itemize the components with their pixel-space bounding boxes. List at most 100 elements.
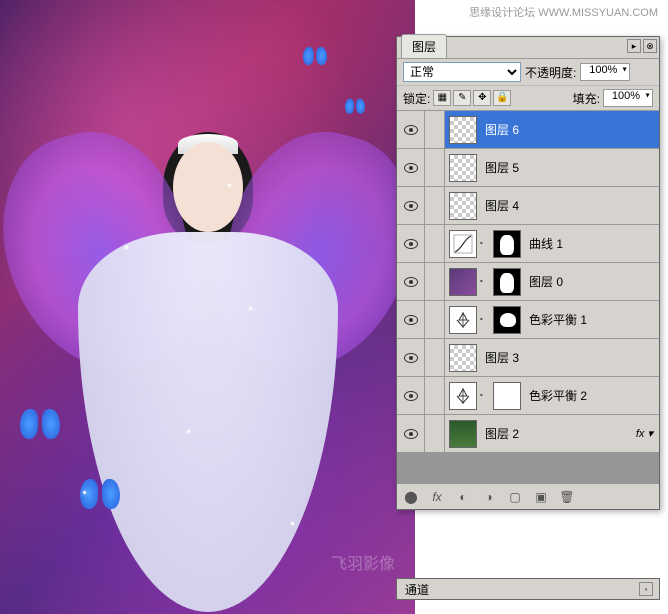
layer-row[interactable]: 图层 2fx ▾ — [397, 415, 659, 453]
eye-icon — [404, 201, 418, 211]
layer-mask-thumbnail[interactable] — [493, 382, 521, 410]
new-group-icon[interactable]: ▢ — [505, 488, 525, 506]
layer-name-label[interactable]: 色彩平衡 1 — [525, 311, 659, 328]
link-cell[interactable] — [425, 225, 445, 262]
blend-opacity-row: 正常 不透明度: 100% — [397, 59, 659, 86]
layer-thumbnail[interactable] — [449, 116, 477, 144]
layer-thumbnails: ⬝ — [445, 230, 525, 258]
eye-icon — [404, 429, 418, 439]
layer-name-label[interactable]: 色彩平衡 2 — [525, 387, 659, 404]
layer-name-label[interactable]: 曲线 1 — [525, 235, 659, 252]
balance-adjustment-icon[interactable] — [449, 306, 477, 334]
panel-bottom-toolbar: ⬤ fx ◐ ◑ ▢ ▣ 🗑 — [397, 483, 659, 509]
layer-thumbnails — [445, 420, 481, 448]
add-adjustment-icon[interactable]: ◑ — [479, 488, 499, 506]
link-cell[interactable] — [425, 187, 445, 224]
panel-menu-icon[interactable]: ▸ — [627, 39, 641, 53]
layer-name-label[interactable]: 图层 0 — [525, 273, 659, 290]
layer-thumbnails — [445, 116, 481, 144]
link-cell[interactable] — [425, 149, 445, 186]
panel-tabs: 图层 — [397, 37, 659, 59]
link-cell[interactable] — [425, 415, 445, 452]
lock-all-icon[interactable]: 🔒 — [493, 90, 511, 106]
eye-icon — [404, 163, 418, 173]
layers-list: 图层 6 图层 5 图层 4 ⬝ 曲线 1 ⬝ 图层 0 ⬝ 色彩平衡 1 图层 3 ⬝ 色彩平衡 2… — [397, 111, 659, 453]
link-cell[interactable] — [425, 377, 445, 414]
visibility-toggle[interactable] — [397, 111, 425, 148]
lock-label: 锁定: — [403, 90, 430, 107]
layer-thumbnails — [445, 344, 481, 372]
canvas-image: 飞羽影像 — [0, 0, 415, 614]
lock-fill-row: 锁定: ▦ ✎ ✥ 🔒 填充: 100% — [397, 86, 659, 111]
visibility-toggle[interactable] — [397, 149, 425, 186]
visibility-toggle[interactable] — [397, 187, 425, 224]
mask-link-icon[interactable]: ⬝ — [480, 390, 490, 402]
link-cell[interactable] — [425, 301, 445, 338]
layer-row[interactable]: 图层 6 — [397, 111, 659, 149]
panel-close-icon[interactable]: ⊗ — [643, 39, 657, 53]
link-cell[interactable] — [425, 111, 445, 148]
eye-icon — [404, 125, 418, 135]
layer-mask-thumbnail[interactable] — [493, 268, 521, 296]
curves-adjustment-icon[interactable] — [449, 230, 477, 258]
link-layers-icon[interactable]: ⬤ — [401, 488, 421, 506]
visibility-toggle[interactable] — [397, 301, 425, 338]
layer-row[interactable]: 图层 3 — [397, 339, 659, 377]
layer-row[interactable]: ⬝ 曲线 1 — [397, 225, 659, 263]
layer-name-label[interactable]: 图层 3 — [481, 349, 659, 366]
lock-pixels-icon[interactable]: ✎ — [453, 90, 471, 106]
fill-label: 填充: — [573, 90, 600, 107]
balance-adjustment-icon[interactable] — [449, 382, 477, 410]
eye-icon — [404, 315, 418, 325]
watermark-top: 思缘设计论坛 WWW.MISSYUAN.COM — [469, 4, 658, 20]
layer-thumbnails: ⬝ — [445, 382, 525, 410]
visibility-toggle[interactable] — [397, 377, 425, 414]
layer-thumbnail[interactable] — [449, 344, 477, 372]
layer-row[interactable]: 图层 5 — [397, 149, 659, 187]
mask-link-icon[interactable]: ⬝ — [480, 238, 490, 250]
eye-icon — [404, 391, 418, 401]
mask-link-icon[interactable]: ⬝ — [480, 314, 490, 326]
layer-thumbnail[interactable] — [449, 154, 477, 182]
visibility-toggle[interactable] — [397, 415, 425, 452]
fx-icon[interactable]: fx — [427, 488, 447, 506]
layer-name-label[interactable]: 图层 6 — [481, 121, 659, 138]
eye-icon — [404, 239, 418, 249]
link-cell[interactable] — [425, 339, 445, 376]
layer-thumbnails: ⬝ — [445, 306, 525, 334]
layer-thumbnail[interactable] — [449, 192, 477, 220]
delete-layer-icon[interactable]: 🗑 — [557, 488, 577, 506]
layer-row[interactable]: ⬝ 色彩平衡 1 — [397, 301, 659, 339]
add-mask-icon[interactable]: ◐ — [453, 488, 473, 506]
layer-thumbnails — [445, 192, 481, 220]
visibility-toggle[interactable] — [397, 225, 425, 262]
layer-thumbnail[interactable] — [449, 420, 477, 448]
layer-name-label[interactable]: 图层 5 — [481, 159, 659, 176]
new-layer-icon[interactable]: ▣ — [531, 488, 551, 506]
visibility-toggle[interactable] — [397, 339, 425, 376]
lock-transparency-icon[interactable]: ▦ — [433, 90, 451, 106]
tab-layers[interactable]: 图层 — [401, 34, 447, 58]
layer-thumbnail[interactable] — [449, 268, 477, 296]
channels-panel-collapsed[interactable]: 通道 ◦ — [396, 578, 660, 600]
visibility-toggle[interactable] — [397, 263, 425, 300]
blend-mode-select[interactable]: 正常 — [403, 62, 521, 82]
eye-icon — [404, 353, 418, 363]
lock-position-icon[interactable]: ✥ — [473, 90, 491, 106]
opacity-input[interactable]: 100% — [580, 63, 630, 81]
opacity-label: 不透明度: — [525, 64, 576, 81]
watermark-photo: 飞羽影像 — [331, 550, 395, 574]
layers-panel: ▸ ⊗ 图层 正常 不透明度: 100% 锁定: ▦ ✎ ✥ 🔒 填充: 100… — [396, 36, 660, 510]
mask-link-icon[interactable]: ⬝ — [480, 276, 490, 288]
fill-input[interactable]: 100% — [603, 89, 653, 107]
layer-mask-thumbnail[interactable] — [493, 306, 521, 334]
link-cell[interactable] — [425, 263, 445, 300]
layer-name-label[interactable]: 图层 2 — [481, 425, 636, 442]
layer-name-label[interactable]: 图层 4 — [481, 197, 659, 214]
layer-row[interactable]: ⬝ 色彩平衡 2 — [397, 377, 659, 415]
layer-row[interactable]: 图层 4 — [397, 187, 659, 225]
layer-row[interactable]: ⬝ 图层 0 — [397, 263, 659, 301]
layer-mask-thumbnail[interactable] — [493, 230, 521, 258]
expand-icon[interactable]: ◦ — [639, 582, 653, 596]
fx-indicator[interactable]: fx ▾ — [636, 427, 653, 440]
